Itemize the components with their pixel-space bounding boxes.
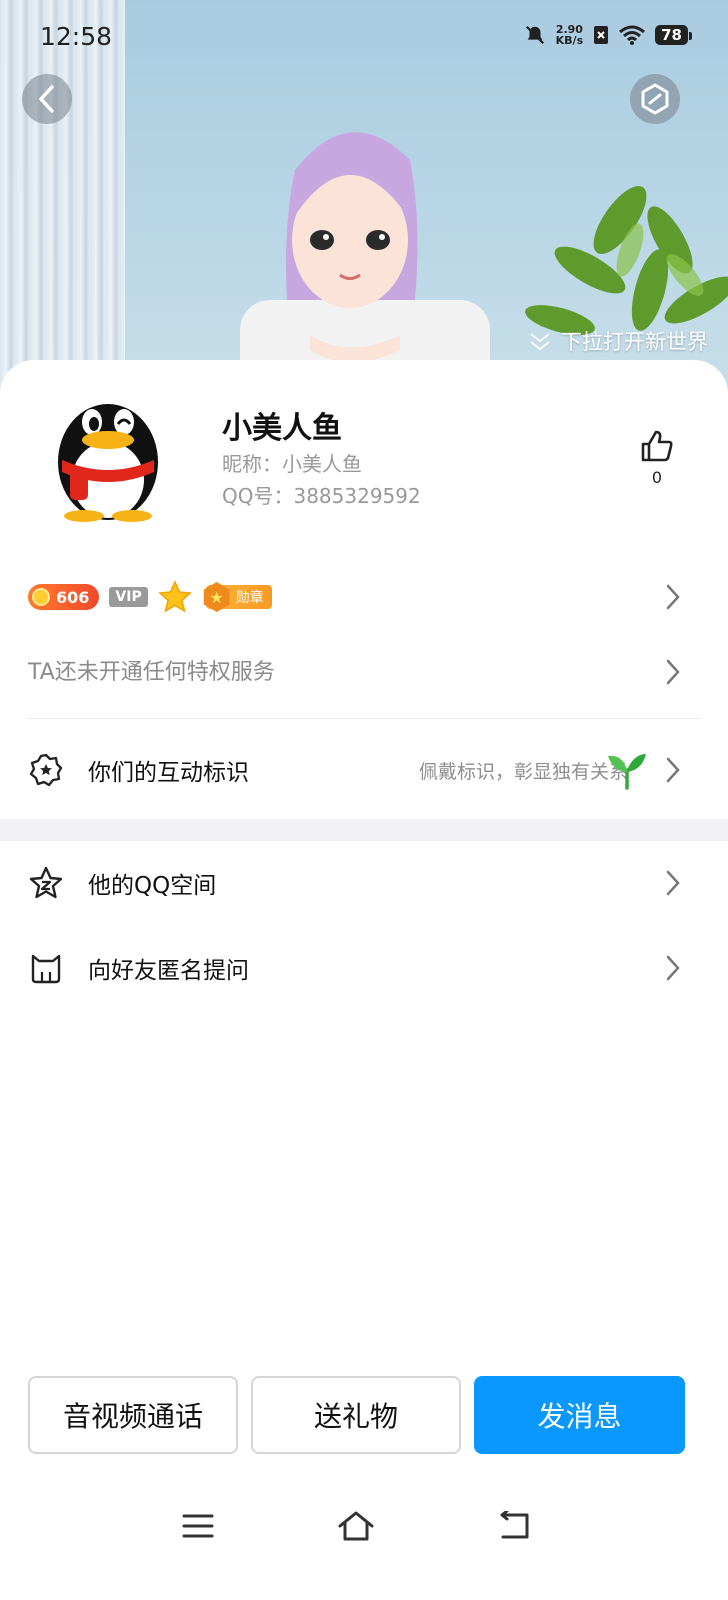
back-nav-button[interactable] [494, 1506, 534, 1546]
cover-avatar-image [240, 132, 490, 400]
thumbs-up-icon [641, 430, 673, 462]
privilege-text: TA还未开通任何特权服务 [28, 660, 275, 685]
system-nav-bar [0, 1486, 728, 1566]
settings-hex-button[interactable] [630, 74, 680, 124]
like-button[interactable]: 0 [625, 428, 689, 487]
battery-indicator: 78 [655, 25, 692, 45]
interaction-mark-label: 你们的互动标识 [88, 760, 249, 786]
interaction-chevron-right-icon [666, 757, 680, 783]
profile-name: 小美人鱼 [222, 411, 342, 446]
level-badge[interactable]: 606 [28, 584, 100, 610]
status-time: 12:58 [40, 22, 113, 51]
return-icon [500, 1511, 529, 1539]
star-icon[interactable] [157, 580, 192, 614]
pull-down-hint[interactable]: 下拉打开新世界 [529, 326, 708, 356]
anonymous-question-chevron-right-icon [666, 955, 680, 981]
qq-space-label: 他的QQ空间 [88, 873, 217, 899]
send-message-button[interactable]: 发消息 [474, 1376, 685, 1454]
cat-box-icon [28, 950, 64, 986]
divider [28, 718, 700, 719]
anonymous-question-row[interactable]: 向好友匿名提问 [28, 938, 700, 998]
medal-star-icon: ★ [203, 582, 230, 612]
interaction-mark-row[interactable]: 你们的互动标识 佩戴标识，彰显独有关系 [28, 740, 700, 800]
menu-icon [182, 1514, 214, 1538]
privilege-chevron-right-icon [666, 659, 680, 685]
badge-star-icon [28, 752, 64, 788]
medal-badge[interactable]: ★ 勋章 [203, 582, 272, 612]
sprout-icon [608, 754, 646, 790]
user-avatar[interactable] [48, 382, 168, 522]
interaction-mark-hint: 佩戴标识，彰显独有关系 [418, 760, 628, 783]
level-badge-value: 606 [56, 587, 90, 607]
profile-qq-number: QQ号：3885329592 [222, 484, 421, 508]
home-icon [338, 1511, 374, 1541]
qq-space-row[interactable]: 他的QQ空间 [28, 853, 700, 913]
hexagon-settings-icon [641, 83, 669, 115]
double-chevron-down-icon [530, 333, 550, 351]
chevron-left-icon [39, 85, 54, 113]
like-count: 0 [651, 468, 663, 487]
vip-badge[interactable]: VIP [109, 587, 148, 607]
badges-chevron-right-icon [666, 584, 680, 610]
status-bar: 12:58 2.90 KB/s 78 [0, 0, 728, 76]
sim-x-icon [594, 26, 609, 44]
back-button[interactable] [22, 74, 72, 124]
profile-cover[interactable]: 12:58 2.90 KB/s 78 下拉打开新世界 [0, 0, 728, 400]
network-speed: 2.90 KB/s [555, 23, 584, 47]
home-nav-button[interactable] [336, 1506, 376, 1546]
send-gift-button[interactable]: 送礼物 [251, 1376, 461, 1454]
mute-bell-icon [525, 25, 544, 45]
wifi-icon [619, 25, 646, 45]
badges-list: 606 VIP ★ 勋章 [28, 580, 272, 614]
coin-icon [32, 588, 50, 606]
anonymous-question-label: 向好友匿名提问 [88, 958, 249, 984]
section-separator [0, 819, 728, 841]
profile-nickname: 昵称：小美人鱼 [222, 452, 362, 476]
profile-card: 小美人鱼 昵称：小美人鱼 QQ号：3885329592 0 606 VIP ★ … [0, 360, 728, 1600]
pull-down-hint-text: 下拉打开新世界 [561, 330, 708, 354]
av-call-button[interactable]: 音视频通话 [28, 1376, 238, 1454]
medal-badge-label: 勋章 [235, 590, 264, 606]
qq-space-chevron-right-icon [666, 870, 680, 896]
qzone-star-icon [28, 865, 64, 901]
menu-nav-button[interactable] [178, 1506, 218, 1546]
